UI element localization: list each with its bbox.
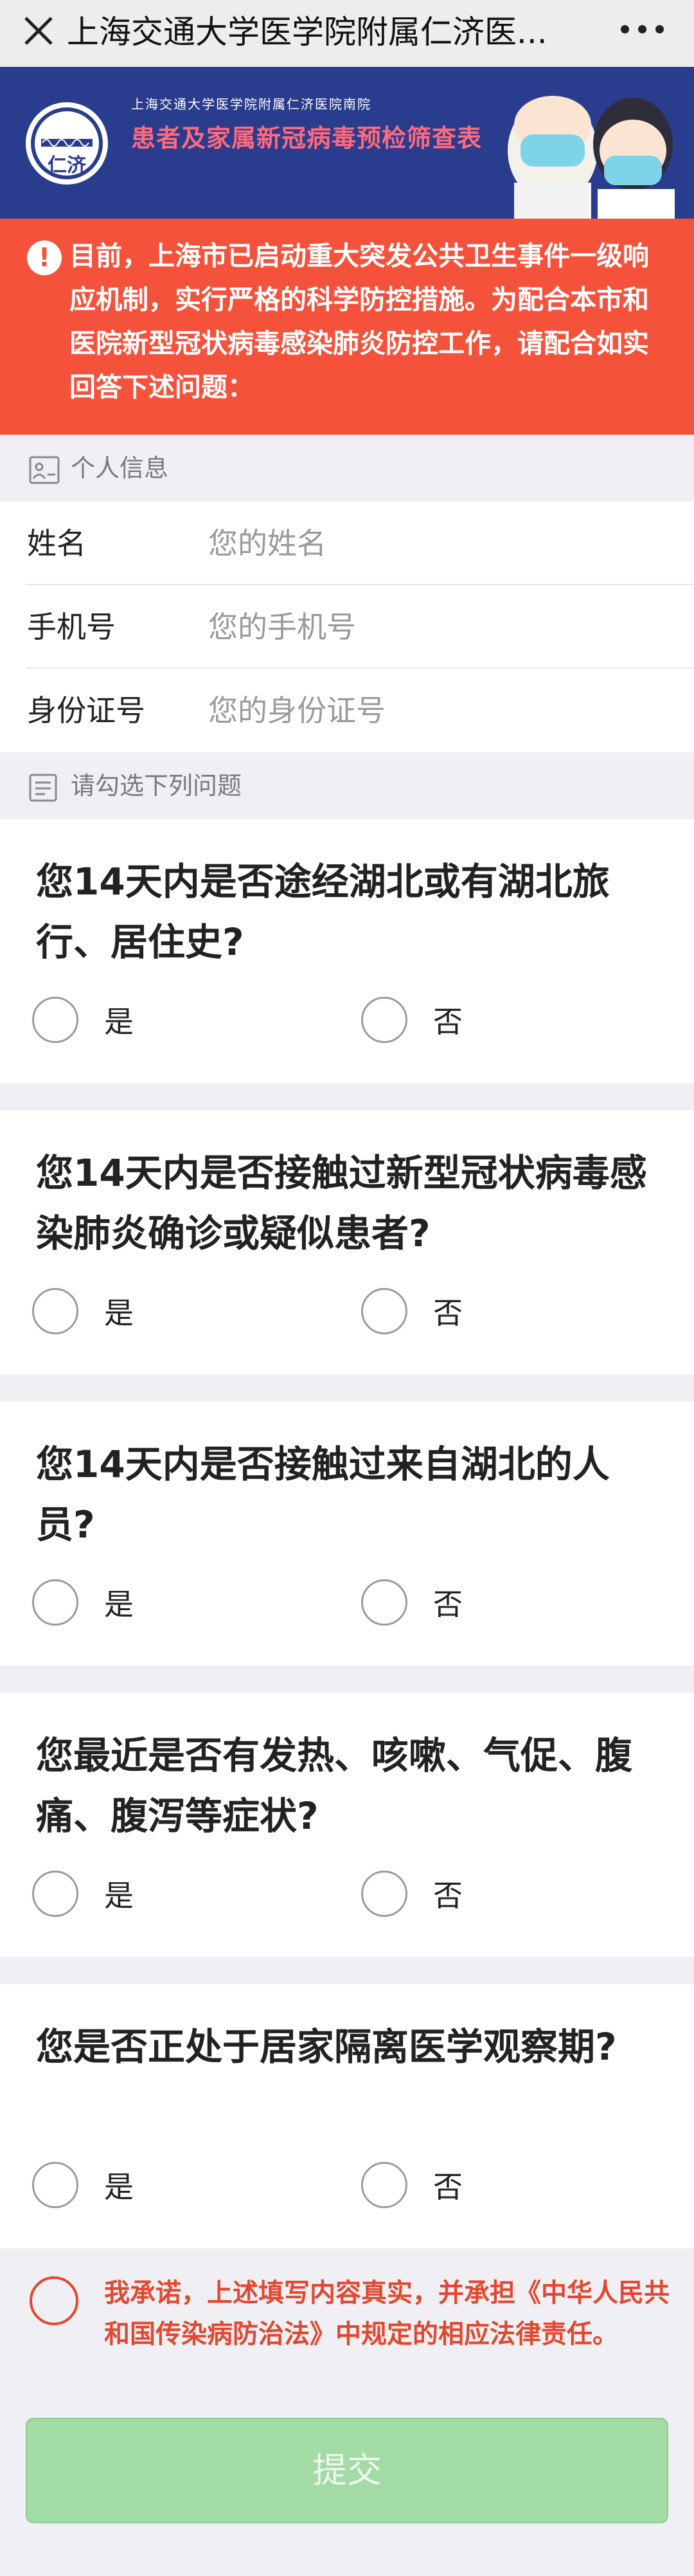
option-yes[interactable]: 是 [32,1868,225,1919]
radio-button[interactable] [32,1871,78,1917]
submit-button[interactable]: 提交 [26,2418,668,2523]
radio-button[interactable] [361,2162,407,2208]
nav-bar: 上海交通大学医学院附属仁济医... [0,0,694,67]
notice-banner: ! 目前，上海市已启动重大突发公共卫生事件一级响应机制，实行严格的科学防控措施。… [0,219,694,435]
section-title: 请勾选下列问题 [71,772,242,800]
pledge-text: 我承诺，上述填写内容真实，并承担《中华人民共和国传染病防治法》中规定的相应法律责… [104,2278,670,2349]
radio-button[interactable] [32,2162,78,2208]
radio-button[interactable] [361,997,407,1043]
option-label: 否 [433,2170,463,2204]
radio-button[interactable] [32,1579,78,1626]
question-text: 您是否正处于居家隔离医学观察期? [36,2025,617,2069]
personal-info-form: 姓名 手机号 身份证号 [0,502,694,752]
phone-field[interactable] [208,604,658,649]
radio-button[interactable] [32,997,78,1043]
question-card: 您14天内是否接触过来自湖北的人员? 是 否 [0,1402,694,1665]
option-yes[interactable]: 是 [32,1285,225,1337]
option-no[interactable]: 否 [361,1285,554,1337]
id-label: 身份证号 [27,693,145,728]
questions-header: 请勾选下列问题 [0,752,694,819]
id-card-icon [29,456,60,484]
pledge-radio[interactable] [30,2276,78,2325]
checklist-icon [29,774,57,802]
doctors-illustration [508,96,675,219]
question-text: 您14天内是否接触过新型冠状病毒感染肺炎确诊或疑似患者? [36,1151,647,1255]
question-card: 您14天内是否接触过新型冠状病毒感染肺炎确诊或疑似患者? 是 否 [0,1111,694,1374]
question-text: 您14天内是否接触过来自湖北的人员? [36,1442,610,1547]
question-card: 您是否正处于居家隔离医学观察期? 是 否 [0,1984,694,2248]
radio-button[interactable] [32,1288,78,1334]
option-no[interactable]: 否 [361,2159,554,2211]
close-icon[interactable] [19,12,58,50]
option-label: 否 [433,1878,463,1913]
option-label: 否 [433,1587,463,1622]
option-label: 否 [433,1004,463,1039]
section-title: 个人信息 [71,454,169,482]
exclamation-icon: ! [27,240,62,275]
logo-year: 1844 [55,203,84,215]
radio-button[interactable] [361,1871,407,1917]
hospital-name: 上海交通大学医学院附属仁济医院南院 [131,96,371,112]
option-yes[interactable]: 是 [32,994,225,1046]
name-field[interactable] [208,521,658,566]
phone-row: 手机号 [0,585,694,669]
question-text: 您最近是否有发热、咳嗽、气促、腹痛、腹泻等症状? [36,1734,633,1838]
radio-button[interactable] [361,1579,407,1626]
option-yes[interactable]: 是 [32,2159,225,2211]
option-yes[interactable]: 是 [32,1577,225,1628]
logo-text: 仁济 [48,154,86,177]
option-label: 是 [104,1296,134,1330]
option-label: 否 [433,1296,463,1330]
option-label: 是 [104,2170,134,2204]
option-label: 是 [104,1004,134,1039]
question-text: 您14天内是否途经湖北或有湖北旅行、居住史? [36,860,610,964]
id-number-field[interactable] [208,688,658,733]
hospital-logo [26,102,108,185]
radio-button[interactable] [361,1288,407,1334]
name-row: 姓名 [0,502,694,585]
header-banner: 仁济 1844 上海交通大学医学院附属仁济医院南院 患者及家属新冠病毒预检筛查表 [0,67,694,219]
question-card: 您14天内是否途经湖北或有湖北旅行、居住史? 是 否 [0,819,694,1083]
option-no[interactable]: 否 [361,994,554,1046]
name-label: 姓名 [27,526,86,561]
option-label: 是 [104,1878,134,1913]
form-title: 患者及家属新冠病毒预检筛查表 [131,124,483,152]
notice-text: 目前，上海市已启动重大突发公共卫生事件一级响应机制，实行严格的科学防控措施。为配… [69,240,649,403]
option-label: 是 [104,1587,134,1622]
option-no[interactable]: 否 [361,1868,554,1919]
id-row: 身份证号 [0,669,694,752]
question-card: 您最近是否有发热、咳嗽、气促、腹痛、腹泻等症状? 是 否 [0,1693,694,1957]
page-title: 上海交通大学医学院附属仁济医... [67,14,547,51]
phone-label: 手机号 [27,610,116,644]
personal-info-header: 个人信息 [0,435,694,502]
more-icon[interactable] [621,19,672,39]
option-no[interactable]: 否 [361,1577,554,1628]
pledge-section: 我承诺，上述填写内容真实，并承担《中华人民共和国传染病防治法》中规定的相应法律责… [0,2251,694,2399]
